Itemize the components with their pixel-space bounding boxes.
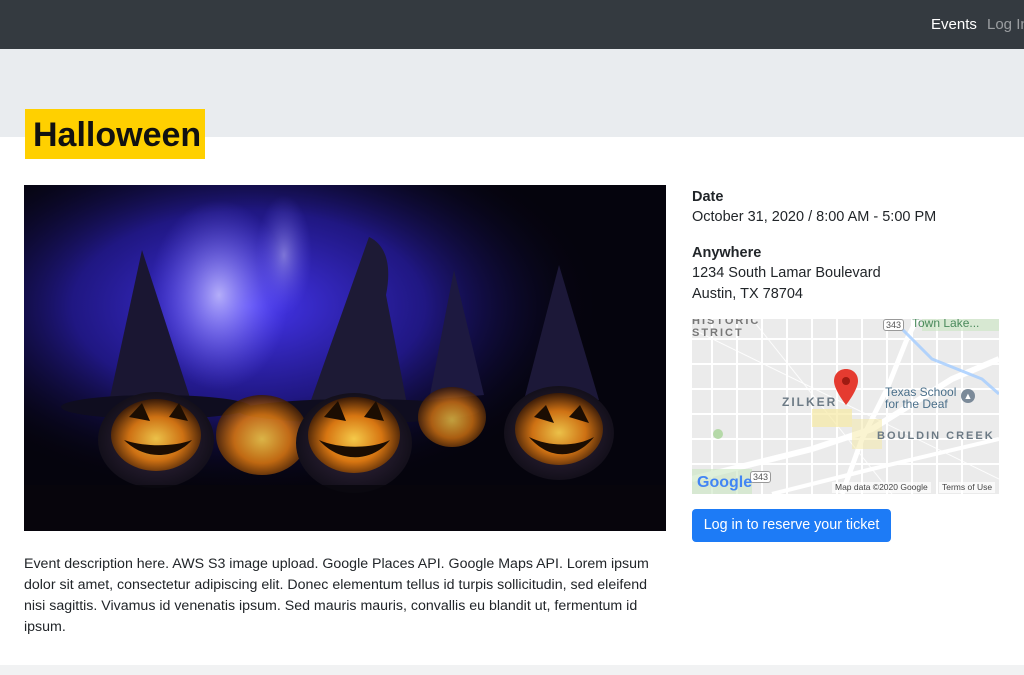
event-title: Halloween <box>33 116 202 154</box>
map-label-town-lake: Town Lake... <box>912 319 980 330</box>
date-label: Date <box>692 189 724 205</box>
venue-name: Anywhere <box>692 245 762 261</box>
google-logo: Google <box>697 474 753 491</box>
map-road-343-bottom: 343 <box>750 471 772 483</box>
reserve-ticket-button[interactable]: Log in to reserve your ticket <box>692 509 891 542</box>
map-pin-icon[interactable] <box>834 369 858 405</box>
footer-strip <box>0 665 1024 675</box>
address-line-2: Austin, TX 78704 <box>692 286 803 302</box>
map-label-texas-school: Texas School for the Deaf <box>885 385 957 411</box>
map-label-zilker: ZILKER <box>782 395 838 409</box>
map-attribution: Map data ©2020 Google <box>832 482 931 493</box>
map-road-343-top: 343 <box>883 319 905 331</box>
nav-link-events[interactable]: Events <box>931 16 977 34</box>
map-terms-link[interactable]: Terms of Use <box>939 482 996 493</box>
map-label-historic-district: HISTORIC STRICT <box>692 319 761 339</box>
event-title-badge: Halloween <box>25 109 205 159</box>
school-icon: ▲ <box>961 389 975 403</box>
map-label-bouldin-creek: BOULDIN CREEK <box>877 430 995 442</box>
event-image-illustration <box>24 185 666 531</box>
event-image <box>24 185 666 531</box>
top-navbar: Events Log In <box>0 0 1024 49</box>
location-map[interactable]: HISTORIC STRICT 343 Town Lake... ZILKER … <box>692 319 999 494</box>
address-line-1: 1234 South Lamar Boulevard <box>692 265 881 281</box>
nav-link-login[interactable]: Log In <box>987 16 1024 34</box>
date-value: October 31, 2020 / 8:00 AM - 5:00 PM <box>692 209 937 225</box>
event-description: Event description here. AWS S3 image upl… <box>24 556 649 635</box>
